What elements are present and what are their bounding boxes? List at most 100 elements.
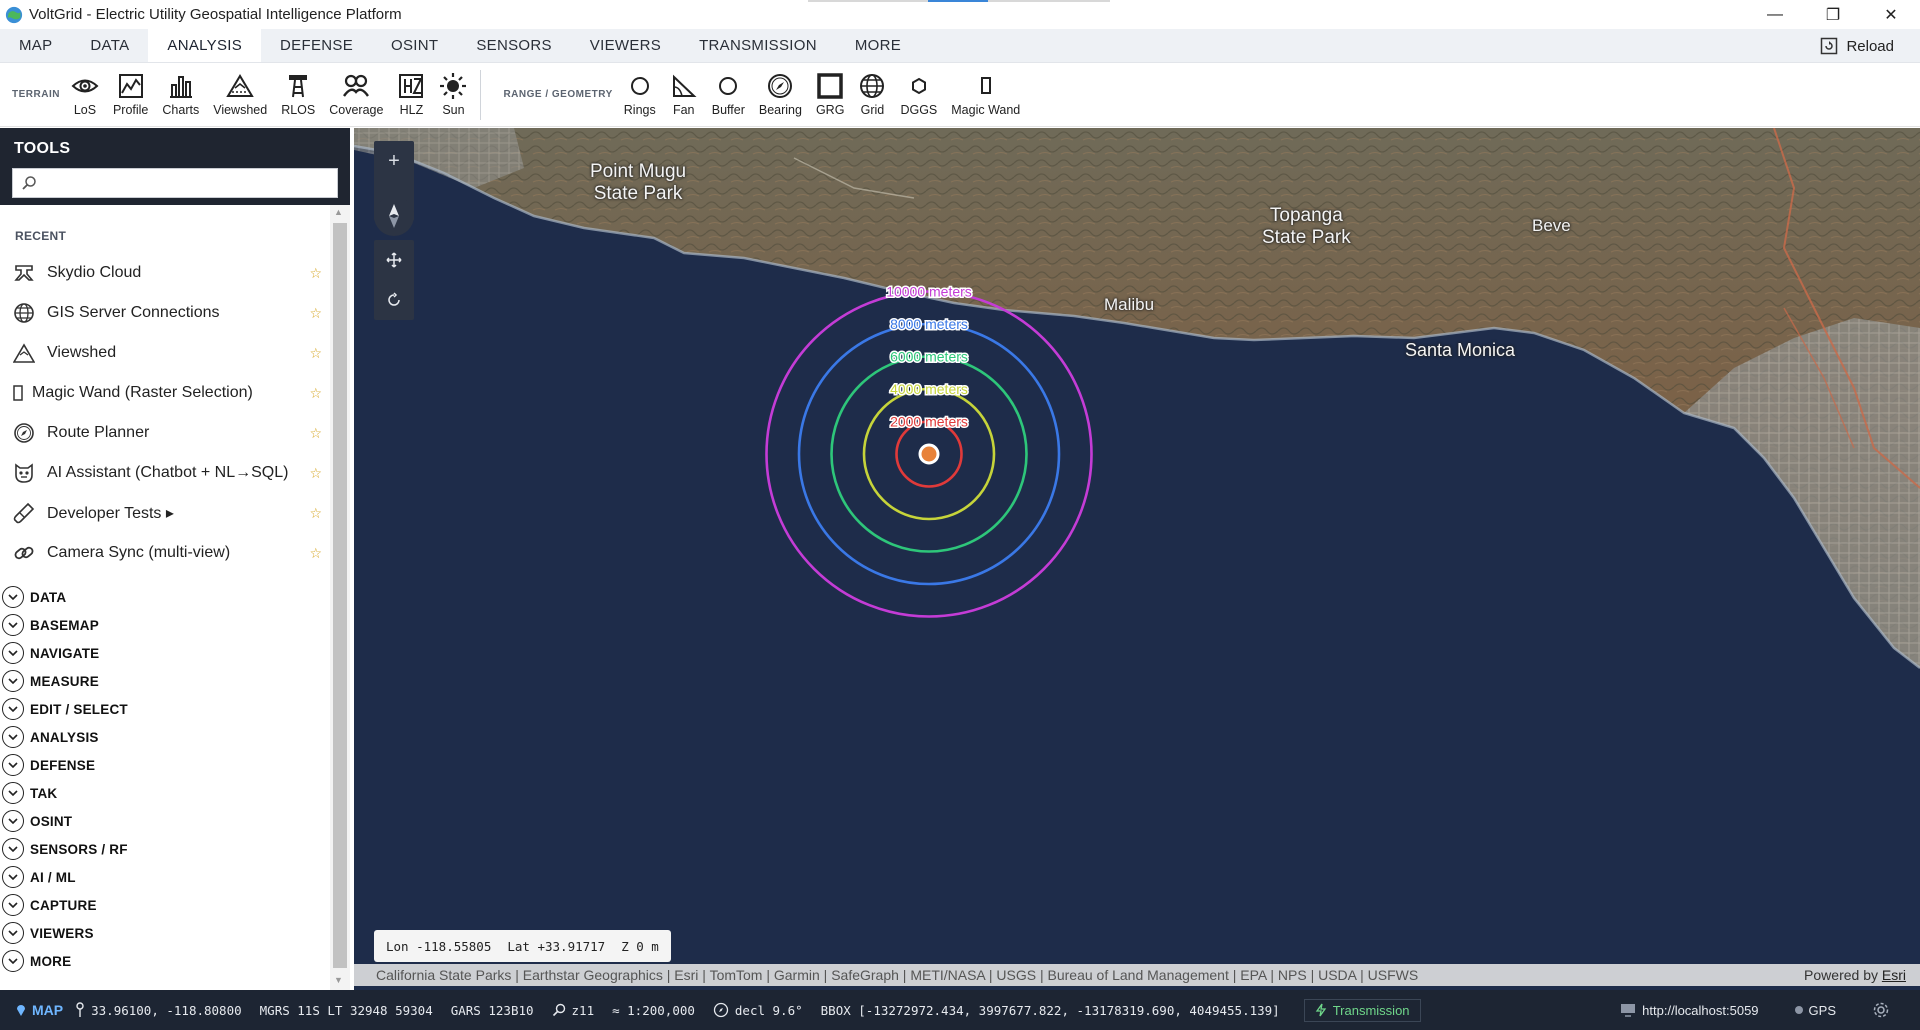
coverage-tool-button[interactable]: Coverage	[322, 65, 390, 125]
gps-dot-icon	[1794, 1006, 1803, 1014]
chevron-down-icon	[2, 586, 24, 608]
compass-icon	[768, 74, 793, 98]
ring-center-marker[interactable]	[918, 443, 940, 465]
helicopter-icon	[399, 74, 424, 98]
sun-icon	[440, 73, 467, 99]
magic-wand-tool-button[interactable]: Magic Wand	[944, 65, 1027, 125]
restore-button[interactable]: ❐	[1804, 0, 1862, 29]
close-button[interactable]: ✕	[1862, 0, 1920, 29]
reload-button[interactable]: Reload	[1820, 29, 1894, 63]
esri-link[interactable]: Esri	[1882, 967, 1906, 983]
scroll-down-arrow-icon[interactable]: ▼	[334, 975, 343, 985]
recent-item-camera-sync[interactable]: Camera Sync (multi-view) ☆	[0, 533, 330, 573]
buffer-circle-icon	[719, 77, 738, 95]
scroll-up-arrow-icon[interactable]: ▲	[334, 207, 343, 217]
recent-item-label: Developer Tests ▸	[47, 505, 174, 522]
buffer-tool-button[interactable]: Buffer	[705, 65, 752, 125]
status-gars: GARS 123B10	[450, 1002, 534, 1018]
sidebar-scroll-thumb[interactable]	[333, 223, 347, 968]
sun-tool-button[interactable]: Sun	[432, 65, 474, 125]
favorite-star-icon[interactable]: ☆	[309, 425, 322, 442]
status-mode[interactable]: MAP	[16, 1002, 63, 1018]
tab-sensors[interactable]: SENSORS	[457, 29, 570, 62]
recent-item-route-planner[interactable]: Route Planner ☆	[0, 413, 330, 453]
sidebar-scrollbar[interactable]: ▲ ▼	[330, 205, 350, 990]
tab-transmission[interactable]: TRANSMISSION	[680, 29, 836, 62]
recent-item-gis-server[interactable]: GIS Server Connections ☆	[0, 293, 330, 333]
rings-tool-button[interactable]: Rings	[617, 65, 663, 125]
minimize-button[interactable]: —	[1746, 0, 1804, 29]
category-osint[interactable]: OSINT	[0, 807, 350, 835]
fan-label: Fan	[672, 103, 695, 117]
settings-gear-icon[interactable]	[1872, 1001, 1890, 1019]
range-ring-label-8000: 8000 meters	[890, 316, 968, 332]
recent-item-skydio-cloud[interactable]: Skydio Cloud ☆	[0, 253, 330, 293]
transmission-status-button[interactable]: Transmission	[1303, 998, 1421, 1022]
category-edit-select[interactable]: EDIT / SELECT	[0, 695, 350, 723]
tab-data[interactable]: DATA	[71, 29, 148, 62]
charts-tool-button[interactable]: Charts	[155, 65, 206, 125]
category-basemap[interactable]: BASEMAP	[0, 611, 350, 639]
dggs-label: DGGS	[900, 103, 938, 117]
category-viewers[interactable]: VIEWERS	[0, 919, 350, 947]
category-ai-ml[interactable]: AI / ML	[0, 863, 350, 891]
grg-label: GRG	[815, 103, 845, 117]
favorite-star-icon[interactable]: ☆	[309, 465, 322, 482]
tab-more[interactable]: MORE	[836, 29, 920, 62]
map-view[interactable]: Point Mugu State Park Topanga State Park M…	[354, 128, 1920, 990]
tools-search-box[interactable]	[12, 168, 338, 198]
category-more[interactable]: MORE	[0, 947, 350, 975]
category-measure[interactable]: MEASURE	[0, 667, 350, 695]
compass-control[interactable]	[374, 196, 414, 236]
tools-search-input[interactable]	[43, 175, 337, 191]
zoom-in-button[interactable]: +	[374, 141, 414, 181]
bearing-tool-button[interactable]: Bearing	[752, 65, 809, 125]
category-tak[interactable]: TAK	[0, 779, 350, 807]
chevron-down-icon	[2, 698, 24, 720]
radar-tower-icon	[289, 75, 308, 98]
category-sensors-rf[interactable]: SENSORS / RF	[0, 835, 350, 863]
status-server[interactable]: http://localhost:5059	[1620, 1003, 1759, 1018]
category-navigate[interactable]: NAVIGATE	[0, 639, 350, 667]
category-data[interactable]: DATA	[0, 583, 350, 611]
recent-item-ai-assistant[interactable]: AI Assistant (Chatbot + NL→SQL) ☆	[0, 453, 330, 493]
grg-tool-button[interactable]: GRG	[809, 65, 851, 125]
main-menu-bar: MAP DATA ANALYSIS DEFENSE OSINT SENSORS …	[0, 29, 1920, 63]
fan-tool-button[interactable]: Fan	[663, 65, 705, 125]
los-tool-button[interactable]: LoS	[64, 65, 106, 125]
category-label: VIEWERS	[30, 925, 94, 941]
rlos-tool-button[interactable]: RLOS	[274, 65, 322, 125]
dggs-tool-button[interactable]: DGGS	[893, 65, 944, 125]
profile-tool-button[interactable]: Profile	[106, 65, 155, 125]
tab-defense[interactable]: DEFENSE	[261, 29, 372, 62]
category-label: CAPTURE	[30, 897, 97, 913]
tab-analysis[interactable]: ANALYSIS	[148, 29, 262, 62]
hlz-tool-button[interactable]: HLZ	[390, 65, 432, 125]
favorite-star-icon[interactable]: ☆	[309, 305, 322, 322]
favorite-star-icon[interactable]: ☆	[309, 345, 322, 362]
chevron-down-icon	[2, 642, 24, 664]
recent-item-viewshed[interactable]: Viewshed ☆	[0, 333, 330, 373]
favorite-star-icon[interactable]: ☆	[309, 265, 322, 282]
favorite-star-icon[interactable]: ☆	[309, 385, 322, 402]
pan-icon[interactable]	[374, 240, 414, 280]
bearing-label: Bearing	[758, 103, 802, 117]
rotate-icon[interactable]	[374, 280, 414, 320]
category-label: BASEMAP	[30, 617, 99, 633]
category-capture[interactable]: CAPTURE	[0, 891, 350, 919]
category-defense[interactable]: DEFENSE	[0, 751, 350, 779]
favorite-star-icon[interactable]: ☆	[309, 545, 322, 562]
recent-label: RECENT	[15, 229, 67, 243]
charts-label: Charts	[162, 103, 200, 117]
range-ring-label-2000: 2000 meters	[890, 414, 968, 430]
tab-osint[interactable]: OSINT	[372, 29, 457, 62]
status-gps[interactable]: GPS	[1794, 1003, 1836, 1018]
recent-item-developer-tests[interactable]: Developer Tests ▸ ☆	[0, 493, 330, 533]
favorite-star-icon[interactable]: ☆	[309, 505, 322, 522]
grid-tool-button[interactable]: Grid	[851, 65, 893, 125]
recent-item-magic-wand[interactable]: Magic Wand (Raster Selection) ☆	[0, 373, 330, 413]
tab-viewers[interactable]: VIEWERS	[571, 29, 680, 62]
tab-map[interactable]: MAP	[0, 29, 71, 62]
viewshed-tool-button[interactable]: Viewshed	[206, 65, 274, 125]
category-analysis[interactable]: ANALYSIS	[0, 723, 350, 751]
